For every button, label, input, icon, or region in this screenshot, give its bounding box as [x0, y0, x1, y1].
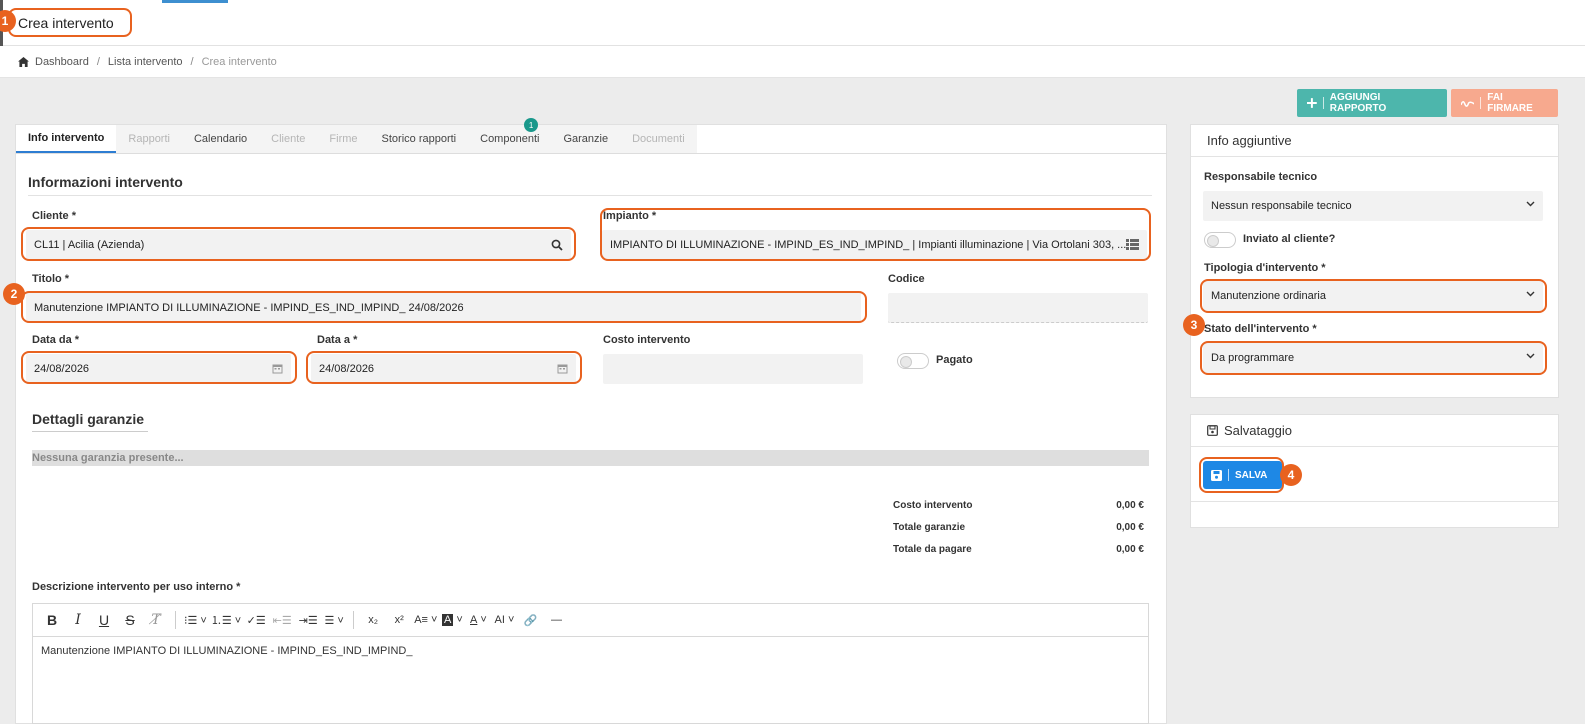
step-marker-2: 2: [3, 283, 25, 305]
tab-calendario[interactable]: Calendario: [181, 125, 260, 153]
plus-icon: [1307, 98, 1317, 108]
text-style-icon[interactable]: A≡ ˅: [414, 609, 437, 631]
add-report-button[interactable]: AGGIUNGI RAPPORTO: [1297, 89, 1447, 117]
tab-info-intervento[interactable]: Info intervento: [16, 125, 117, 153]
inviato-toggle[interactable]: [1204, 232, 1236, 248]
totale-da-pagare-value: 0,00 €: [1116, 544, 1144, 555]
section-divider: [28, 195, 1152, 196]
highlight-tipologia: [1200, 279, 1547, 313]
breadcrumb-lista-intervento[interactable]: Lista intervento: [108, 56, 183, 68]
sign-button[interactable]: FAI FIRMARE: [1451, 89, 1558, 117]
highlight-icon[interactable]: A ˅: [441, 609, 463, 631]
font-color-icon[interactable]: A ˅: [467, 609, 489, 631]
pagato-toggle[interactable]: [897, 353, 929, 369]
top-bar: Crea intervento: [0, 0, 1585, 46]
highlight-data-a: [306, 351, 582, 384]
indent-icon[interactable]: ⇥☰: [297, 609, 319, 631]
data-a-label: Data a *: [317, 334, 358, 346]
highlight-impianto: [600, 208, 1151, 261]
pagato-label: Pagato: [936, 354, 973, 366]
responsabile-label: Responsabile tecnico: [1204, 171, 1318, 183]
breadcrumb-current: Crea intervento: [201, 55, 277, 68]
tab-documenti[interactable]: Documenti: [620, 125, 697, 153]
tab-componenti-label: Componenti: [480, 133, 540, 145]
floppy-icon: [1207, 425, 1218, 436]
strikethrough-icon[interactable]: S: [119, 609, 141, 631]
tab-bar: Info intervento Rapporti Calendario Clie…: [16, 118, 1167, 154]
totale-da-pagare-label: Totale da pagare: [893, 544, 972, 555]
numbered-list-icon[interactable]: ⒈☰ ˅: [211, 609, 241, 631]
chevron-down-icon: [1526, 201, 1535, 207]
sign-label: FAI FIRMARE: [1487, 92, 1533, 114]
totale-costo-label: Costo intervento: [893, 500, 973, 511]
todo-list-icon[interactable]: ✓☰: [245, 609, 267, 631]
tipologia-label: Tipologia d'intervento *: [1204, 262, 1326, 274]
section-title-informazioni: Informazioni intervento: [28, 174, 183, 190]
cliente-label: Cliente *: [32, 210, 77, 222]
tab-componenti[interactable]: Componenti 1: [468, 118, 552, 153]
garanzie-empty-row: Nessuna garanzia presente...: [32, 450, 1149, 466]
editor-toolbar: B I U S T̸ ⁝☰ ˅ ⒈☰ ˅ ✓☰ ⇤☰ ⇥☰ ☰ ˅ x₂ x² …: [33, 604, 1148, 637]
breadcrumb: Dashboard / Lista intervento / Crea inte…: [0, 46, 1585, 78]
breadcrumb-separator: /: [190, 55, 194, 68]
highlight-cliente: [21, 227, 576, 261]
descrizione-label: Descrizione intervento per uso interno *: [32, 581, 241, 593]
totale-costo-value: 0,00 €: [1116, 500, 1144, 511]
data-da-label: Data da *: [32, 334, 80, 346]
responsabile-select[interactable]: Nessun responsabile tecnico: [1203, 191, 1543, 221]
codice-field[interactable]: [888, 293, 1148, 323]
salvataggio-title: Salvataggio: [1224, 423, 1292, 438]
tab-storico-rapporti[interactable]: Storico rapporti: [369, 125, 469, 153]
breadcrumb-separator: /: [96, 55, 100, 68]
tab-cliente[interactable]: Cliente: [259, 125, 318, 153]
garanzie-underline: [32, 431, 148, 432]
inviato-label: Inviato al cliente?: [1243, 233, 1336, 245]
align-icon[interactable]: ☰ ˅: [323, 609, 345, 631]
superscript-icon[interactable]: x²: [388, 609, 410, 631]
section-title-garanzie: Dettagli garanzie: [32, 411, 145, 427]
link-icon[interactable]: 🔗: [519, 609, 541, 631]
editor-content[interactable]: Manutenzione IMPIANTO DI ILLUMINAZIONE -…: [33, 637, 1148, 665]
totale-garanzie-label: Totale garanzie: [893, 522, 966, 533]
outdent-icon[interactable]: ⇤☰: [271, 609, 293, 631]
font-size-icon[interactable]: AI ˅: [493, 609, 515, 631]
totale-garanzie-value: 0,00 €: [1116, 522, 1144, 533]
home-icon: [18, 56, 29, 67]
stato-label: Stato dell'intervento *: [1204, 323, 1317, 335]
highlight-stato: [1200, 341, 1547, 375]
info-aggiuntive-title: Info aggiuntive: [1191, 125, 1558, 157]
step-marker-4: 4: [1280, 464, 1302, 486]
rich-text-editor[interactable]: B I U S T̸ ⁝☰ ˅ ⒈☰ ˅ ✓☰ ⇤☰ ⇥☰ ☰ ˅ x₂ x² …: [32, 603, 1149, 724]
step-marker-3: 3: [1183, 314, 1205, 336]
add-report-label: AGGIUNGI RAPPORTO: [1329, 92, 1387, 114]
underline-icon[interactable]: U: [93, 609, 115, 631]
responsabile-value: Nessun responsabile tecnico: [1211, 200, 1352, 212]
titolo-label: Titolo *: [32, 273, 70, 285]
horizontal-line-icon[interactable]: —: [545, 609, 567, 631]
italic-icon[interactable]: I: [67, 609, 89, 631]
componenti-count-badge: 1: [524, 118, 539, 132]
codice-label: Codice: [888, 273, 925, 285]
highlight-save: [1199, 457, 1284, 493]
tab-garanzie[interactable]: Garanzie: [551, 125, 621, 153]
salvataggio-header: Salvataggio: [1191, 415, 1558, 447]
signature-icon: [1461, 101, 1475, 107]
highlight-data-da: [21, 351, 297, 384]
salvataggio-footer-divider: [1191, 501, 1558, 502]
bulleted-list-icon[interactable]: ⁝☰ ˅: [184, 609, 207, 631]
clear-format-icon[interactable]: T̸: [145, 609, 167, 631]
highlight-page-title: [8, 8, 132, 37]
costo-field[interactable]: [603, 354, 863, 384]
bold-icon[interactable]: B: [41, 609, 63, 631]
costo-label: Costo intervento: [603, 334, 691, 346]
active-nav-indicator: [162, 0, 228, 3]
tab-firme[interactable]: Firme: [317, 125, 370, 153]
breadcrumb-dashboard[interactable]: Dashboard: [35, 56, 89, 68]
highlight-titolo: [21, 291, 867, 323]
tab-rapporti[interactable]: Rapporti: [116, 125, 182, 153]
subscript-icon[interactable]: x₂: [362, 609, 384, 631]
